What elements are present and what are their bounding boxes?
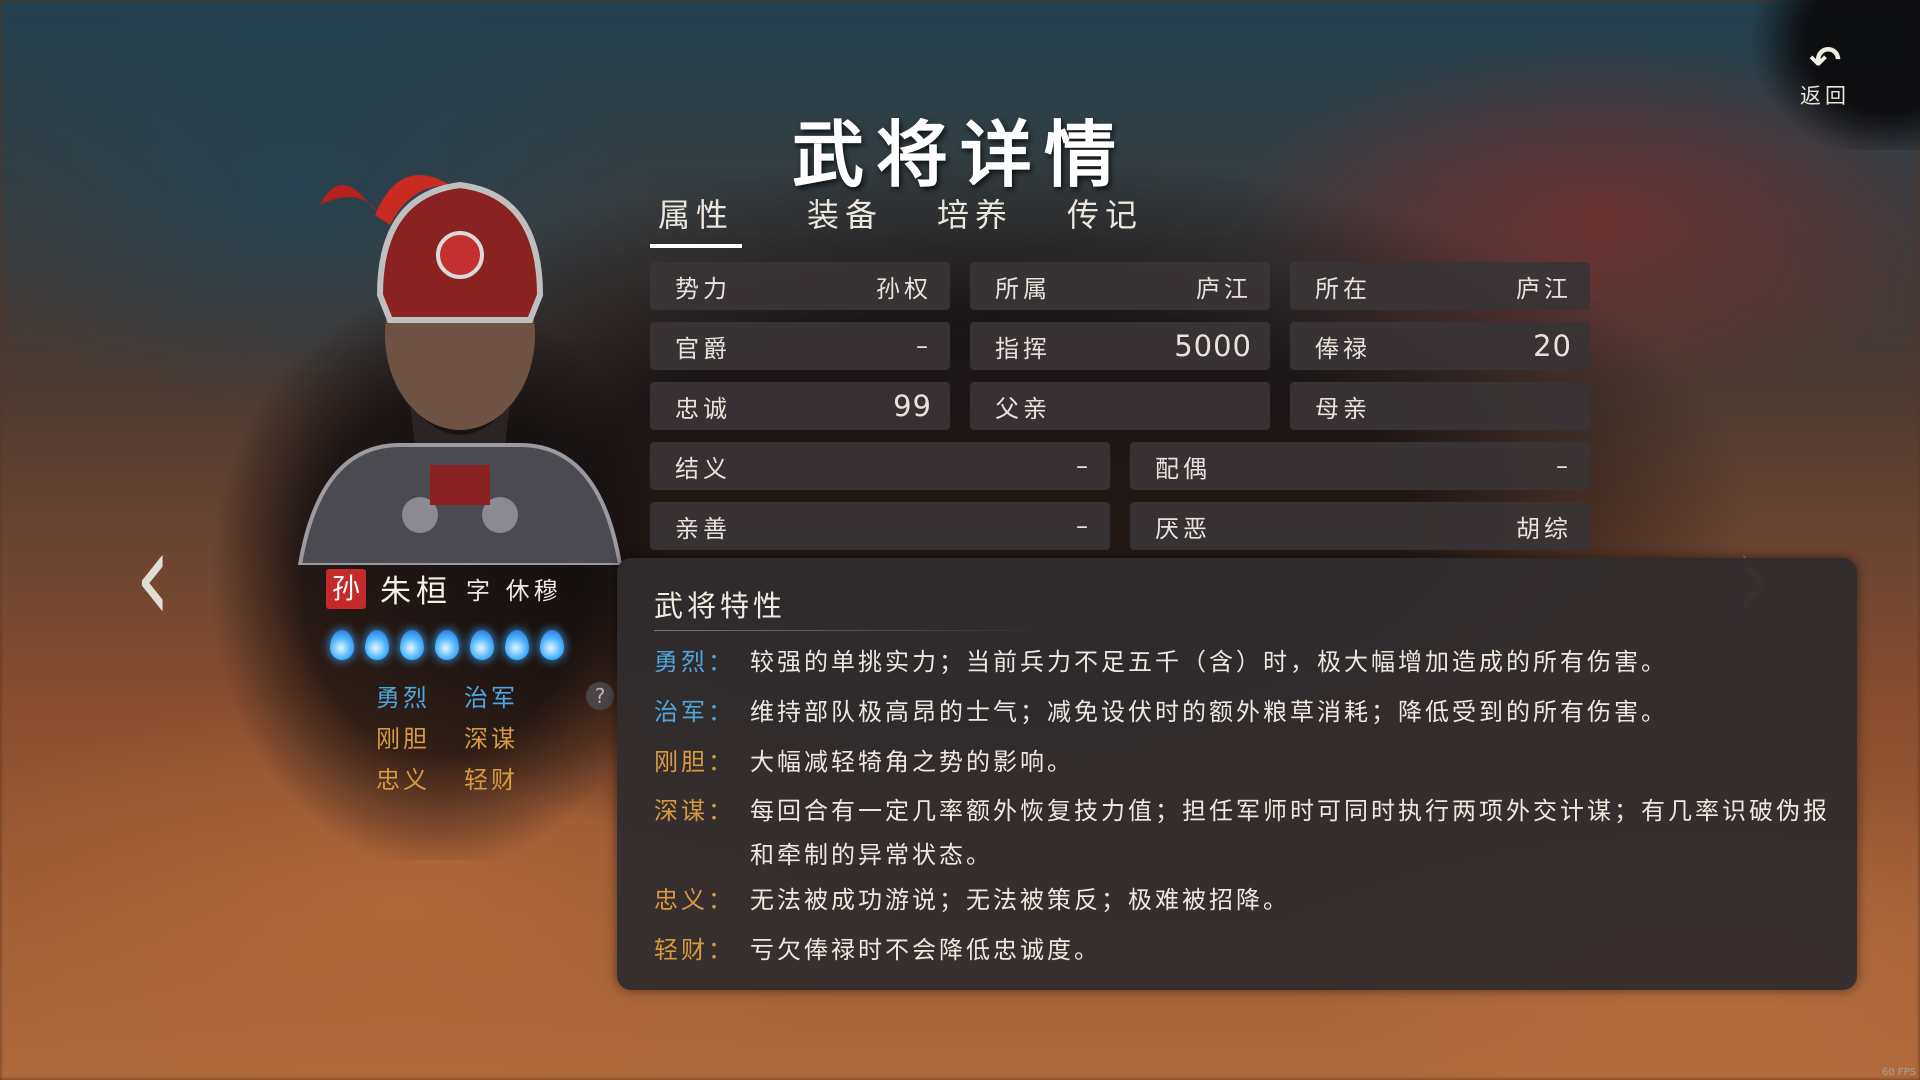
helmet-emblem — [436, 231, 484, 279]
general-portrait — [297, 175, 623, 565]
trait-desc-key: 忠义： — [654, 886, 735, 914]
trait-desc-row: 轻财： 亏欠俸禄时不会降低忠诚度。 — [654, 928, 1834, 972]
attr-salary: 俸禄 20 — [1290, 322, 1590, 370]
attr-label: 亲善 — [675, 514, 731, 543]
undo-arrow-icon: ↶ — [1809, 38, 1841, 82]
attr-label: 指挥 — [995, 334, 1051, 363]
page-title: 武将详情 — [791, 112, 1128, 197]
general-name-row: 孙 朱桓 字 休穆 — [326, 566, 562, 611]
traits-panel-title: 武将特性 — [654, 589, 787, 623]
trait-desc-text: 每回合有一定几率额外恢复技力值；担任军师时可同时执行两项外交计谋；有几率识破伪报… — [750, 797, 1830, 869]
flame-star-icon — [505, 630, 529, 660]
trait-tag[interactable]: 勇烈 — [376, 678, 464, 713]
trait-desc-text: 亏欠俸禄时不会降低忠诚度。 — [750, 936, 1101, 964]
attr-label: 势力 — [675, 274, 731, 303]
prev-general-button[interactable]: ‹ — [135, 504, 171, 651]
attr-label: 俸禄 — [1315, 334, 1371, 363]
tab-training[interactable]: 培养 — [910, 190, 1040, 248]
trait-tag[interactable]: 轻财 — [464, 760, 552, 795]
attr-value: 庐江 — [1516, 274, 1572, 303]
trait-desc-row: 忠义： 无法被成功游说；无法被策反；极难被招降。 — [654, 878, 1834, 922]
trait-desc-key: 治军： — [654, 698, 735, 726]
trait-tag[interactable]: 忠义 — [376, 760, 464, 795]
trait-desc-key: 深谋： — [654, 797, 735, 825]
courtesy-name: 字 休穆 — [466, 577, 562, 605]
traits-panel: 武将特性 勇烈： 较强的单挑实力；当前兵力不足五千（含）时，极大幅增加造成的所有… — [617, 558, 1857, 990]
tab-biography[interactable]: 传记 — [1040, 190, 1170, 248]
attr-sworn: 结义 – — [650, 442, 1110, 490]
title-divider — [654, 630, 1054, 631]
armor-chestplate — [430, 465, 490, 505]
attr-rank: 官爵 – — [650, 322, 950, 370]
attr-value: – — [916, 332, 932, 360]
attr-value: 99 — [893, 389, 932, 423]
tab-attributes[interactable]: 属性 — [650, 190, 742, 248]
attr-label: 结义 — [675, 454, 731, 483]
trait-desc-text: 无法被成功游说；无法被策反；极难被招降。 — [750, 886, 1290, 914]
attr-value: 20 — [1533, 329, 1572, 363]
attr-mother: 母亲 — [1290, 382, 1590, 430]
trait-desc-row: 勇烈： 较强的单挑实力；当前兵力不足五千（含）时，极大幅增加造成的所有伤害。 — [654, 640, 1834, 684]
attr-label: 母亲 — [1315, 394, 1371, 423]
attr-father: 父亲 — [970, 382, 1270, 430]
attr-label: 所属 — [995, 274, 1051, 303]
attr-loyalty: 忠诚 99 — [650, 382, 950, 430]
attr-value: 庐江 — [1196, 274, 1252, 303]
trait-desc-row: 刚胆： 大幅减轻犄角之势的影响。 — [654, 740, 1834, 784]
trait-desc-key: 勇烈： — [654, 648, 735, 676]
attr-label: 所在 — [1315, 274, 1371, 303]
attr-belong: 所属 庐江 — [970, 262, 1270, 310]
trait-tag[interactable]: 深谋 — [464, 719, 552, 754]
attr-value: 孙权 — [876, 274, 932, 303]
trait-desc-text: 维持部队极高昂的士气；减免设伏时的额外粮草消耗；降低受到的所有伤害。 — [750, 698, 1668, 726]
trait-tag[interactable]: 治军 — [464, 678, 552, 713]
fps-counter: 60 FPS — [1881, 1067, 1916, 1078]
faction-seal: 孙 — [326, 568, 366, 609]
general-name: 朱桓 — [380, 574, 452, 610]
trait-desc-text: 较强的单挑实力；当前兵力不足五千（含）时，极大幅增加造成的所有伤害。 — [750, 648, 1668, 676]
attr-value: – — [1076, 452, 1092, 480]
attr-label: 厌恶 — [1155, 514, 1211, 543]
flame-star-icon — [470, 630, 494, 660]
attr-value: – — [1076, 512, 1092, 540]
trait-desc-key: 轻财： — [654, 936, 735, 964]
flame-star-icon — [330, 630, 354, 660]
attr-value: 5000 — [1174, 329, 1252, 363]
attr-value: – — [1556, 452, 1572, 480]
attr-label: 父亲 — [995, 394, 1051, 423]
attr-spouse: 配偶 – — [1130, 442, 1590, 490]
trait-desc-row: 治军： 维持部队极高昂的士气；减免设伏时的额外粮草消耗；降低受到的所有伤害。 — [654, 690, 1834, 734]
attr-label: 忠诚 — [675, 394, 731, 423]
flame-star-icon — [400, 630, 424, 660]
attr-command: 指挥 5000 — [970, 322, 1270, 370]
help-icon[interactable]: ? — [586, 682, 614, 710]
flame-star-icon — [365, 630, 389, 660]
trait-desc-key: 刚胆： — [654, 748, 735, 776]
attr-label: 配偶 — [1155, 454, 1211, 483]
attr-location: 所在 庐江 — [1290, 262, 1590, 310]
back-label: 返回 — [1800, 84, 1850, 108]
trait-list: 勇烈 治军 刚胆 深谋 忠义 轻财 — [376, 678, 552, 795]
attr-value: 胡综 — [1516, 514, 1572, 543]
attr-dislike: 厌恶 胡综 — [1130, 502, 1590, 550]
star-rating — [330, 630, 564, 660]
attr-label: 官爵 — [675, 334, 731, 363]
trait-tag[interactable]: 刚胆 — [376, 719, 464, 754]
flame-star-icon — [540, 630, 564, 660]
tab-bar: 属性 装备 培养 传记 — [650, 190, 1170, 248]
flame-star-icon — [435, 630, 459, 660]
back-button[interactable]: ↶ 返回 — [1790, 40, 1860, 110]
trait-desc-text: 大幅减轻犄角之势的影响。 — [750, 748, 1074, 776]
trait-desc-row: 深谋： 每回合有一定几率额外恢复技力值；担任军师时可同时执行两项外交计谋；有几率… — [654, 789, 1834, 877]
attr-friendly: 亲善 – — [650, 502, 1110, 550]
attr-faction: 势力 孙权 — [650, 262, 950, 310]
tab-equipment[interactable]: 装备 — [780, 190, 910, 248]
plume-shape — [320, 185, 380, 215]
